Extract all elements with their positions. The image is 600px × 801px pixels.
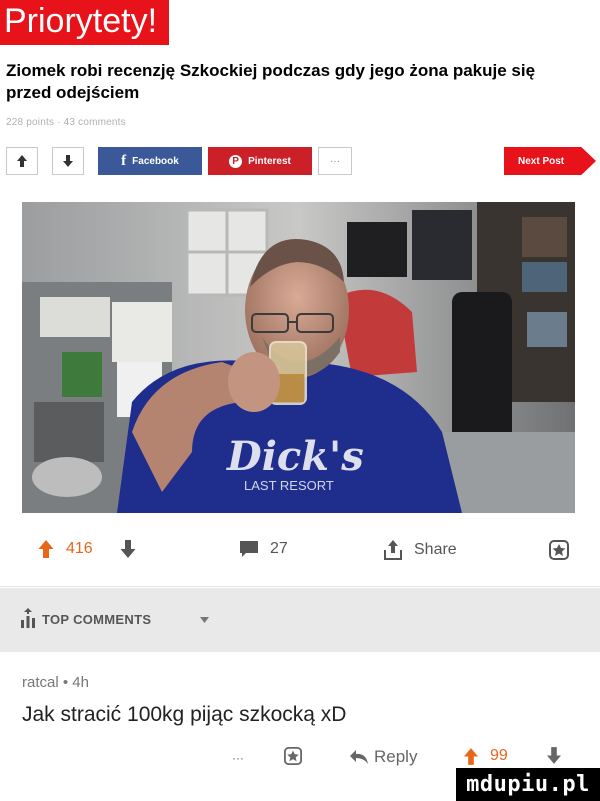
arrow-up-icon — [38, 540, 54, 558]
facebook-label: Facebook — [132, 155, 179, 167]
post-toolbar: f Facebook P Pinterest ··· Next Post — [0, 147, 600, 175]
comment-text: Jak stracić 100kg pijąc szkocką xD — [22, 703, 347, 726]
shirt-print-subtext: LAST RESORT — [244, 478, 334, 493]
arrow-down-icon — [547, 747, 561, 764]
share-action[interactable]: Share — [384, 540, 457, 560]
upvote-count: 416 — [66, 540, 93, 557]
reply-arrow-icon — [350, 750, 368, 764]
comment-more-button[interactable]: ··· — [232, 751, 244, 765]
facebook-icon: f — [121, 152, 127, 169]
post-actions: 416 27 Share — [0, 536, 600, 566]
save-action[interactable] — [549, 540, 569, 560]
arrow-down-icon — [120, 540, 136, 558]
comment-downvote-button[interactable] — [547, 747, 561, 764]
comment-vote-count: 99 — [490, 747, 508, 764]
comment-author[interactable]: ratcal • 4h — [22, 674, 89, 691]
top-comments-header[interactable]: TOP COMMENTS — [0, 588, 600, 652]
reply-button[interactable]: Reply — [350, 747, 417, 767]
comment-count: 27 — [270, 540, 288, 557]
save-icon — [284, 747, 302, 765]
top-comments-label: TOP COMMENTS — [42, 612, 152, 627]
share-icon — [384, 540, 402, 560]
comment-save-button[interactable] — [284, 747, 302, 765]
shirt-print-text: Dick's — [226, 433, 364, 480]
upvote-action[interactable]: 416 — [38, 540, 93, 558]
comment-upvote-button[interactable]: 99 — [464, 747, 508, 765]
divider — [0, 586, 600, 587]
arrow-down-icon — [63, 155, 73, 167]
post-title: Ziomek robi recenzję Szkockiej podczas g… — [6, 61, 536, 102]
next-post-button[interactable]: Next Post — [504, 147, 596, 175]
comment-bubble-icon — [240, 541, 258, 557]
post-image: Dick's LAST RESORT — [22, 202, 575, 513]
post-meta: 228 points · 43 comments — [6, 117, 126, 128]
bar-chart-icon — [21, 608, 35, 628]
arrow-up-icon — [464, 747, 478, 765]
more-options-button[interactable]: ··· — [318, 147, 352, 175]
upvote-button[interactable] — [6, 147, 38, 175]
pinterest-icon: P — [229, 154, 243, 168]
share-label: Share — [414, 541, 457, 558]
chevron-down-icon — [200, 617, 209, 623]
watermark: mdupiu.pl — [456, 768, 600, 801]
downvote-button[interactable] — [52, 147, 84, 175]
comments-action[interactable]: 27 — [240, 540, 288, 558]
save-icon — [549, 540, 569, 560]
site-title: Priorytety! — [0, 0, 170, 45]
pinterest-label: Pinterest — [248, 155, 291, 167]
facebook-share-button[interactable]: f Facebook — [98, 147, 202, 175]
pinterest-share-button[interactable]: P Pinterest — [208, 147, 312, 175]
downvote-action[interactable] — [120, 540, 136, 558]
arrow-up-icon — [17, 155, 27, 167]
reply-label: Reply — [374, 747, 418, 766]
